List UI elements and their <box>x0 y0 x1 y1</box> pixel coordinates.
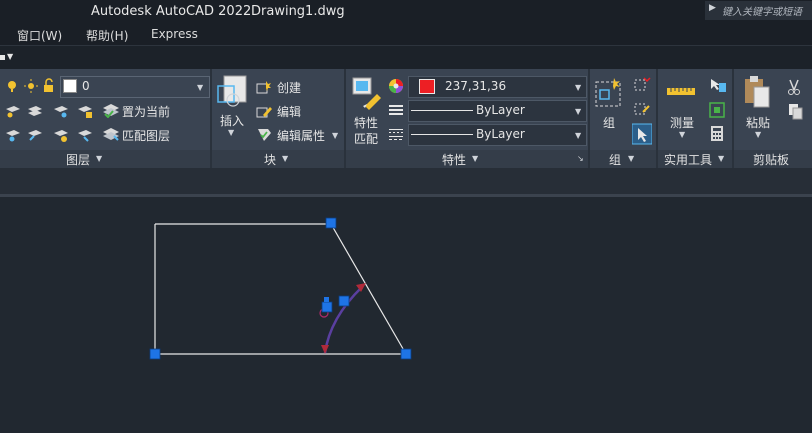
selected-polyline <box>154 223 408 355</box>
grip-bottom-left <box>149 348 161 360</box>
grip-bottom-right <box>400 348 412 360</box>
grip-dimension-small <box>324 297 329 302</box>
dimension-arrow-bottom <box>321 345 329 354</box>
grip-top-right <box>325 217 337 229</box>
grip-dimension-text <box>321 301 333 313</box>
grip-dimension-arc <box>338 295 350 307</box>
drawing-geometry[interactable] <box>0 0 812 433</box>
